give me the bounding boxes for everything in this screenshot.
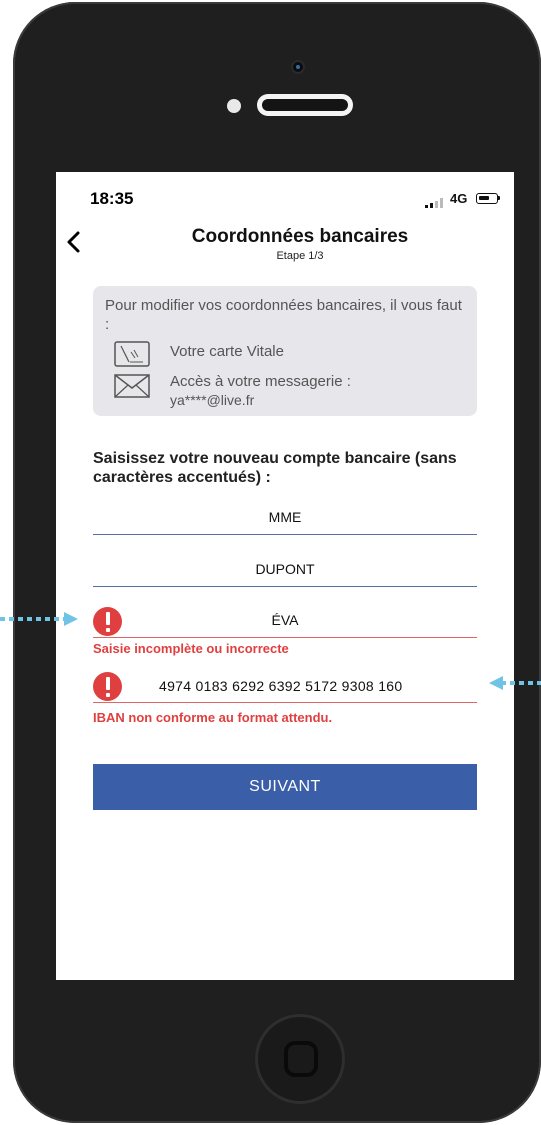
requirements-intro: Pour modifier vos coordonnées bancaires,… xyxy=(105,297,462,333)
field-underline xyxy=(93,534,477,535)
annotation-arrow-right-icon xyxy=(0,612,78,626)
home-button-icon xyxy=(284,1041,318,1077)
first-name-error: Saisie incomplète ou incorrecte xyxy=(93,641,289,656)
annotation-arrow-left-icon xyxy=(489,676,541,690)
status-time: 18:35 xyxy=(90,189,134,208)
civility-value: MME xyxy=(268,509,302,525)
app-screen: 18:35 4G Coordonnées bancaires Etape 1/3… xyxy=(56,172,514,980)
battery-icon xyxy=(476,193,500,204)
vitale-card-label: Votre carte Vitale xyxy=(170,343,284,360)
envelope-icon xyxy=(114,374,150,398)
form-prompt: Saisissez votre nouveau compte bancaire … xyxy=(93,450,457,486)
iban-field[interactable]: 4974 0183 6292 6392 5172 9308 160 xyxy=(93,671,477,703)
iban-error: IBAN non conforme au format attendu. xyxy=(93,710,333,725)
chevron-left-icon[interactable] xyxy=(64,230,82,254)
civility-field[interactable]: MME xyxy=(93,503,477,535)
earpiece-speaker xyxy=(257,94,353,116)
next-button[interactable]: SUIVANT xyxy=(93,764,477,810)
iban-value: 4974 0183 6292 6392 5172 9308 160 xyxy=(159,678,403,694)
vitale-card-icon xyxy=(114,341,150,367)
proximity-sensor xyxy=(227,99,241,113)
first-name-value: ÉVA xyxy=(271,612,299,628)
field-underline xyxy=(93,586,477,587)
last-name-value: DUPONT xyxy=(255,561,315,577)
mailbox-label: Accès à votre messagerie : xyxy=(170,373,351,390)
front-camera xyxy=(293,62,303,72)
first-name-field[interactable]: ÉVA xyxy=(93,606,477,638)
step-indicator: Etape 1/3 xyxy=(276,250,324,262)
signal-icon xyxy=(425,198,443,208)
field-underline-error xyxy=(93,702,477,703)
page-title: Coordonnées bancaires xyxy=(191,226,409,247)
field-underline-error xyxy=(93,637,477,638)
requirements-box: Pour modifier vos coordonnées bancaires,… xyxy=(93,286,477,416)
exclamation-circle-icon xyxy=(93,672,122,701)
network-type: 4G xyxy=(450,191,468,206)
last-name-field[interactable]: DUPONT xyxy=(93,555,477,587)
mailbox-address: ya****@live.fr xyxy=(170,392,255,408)
